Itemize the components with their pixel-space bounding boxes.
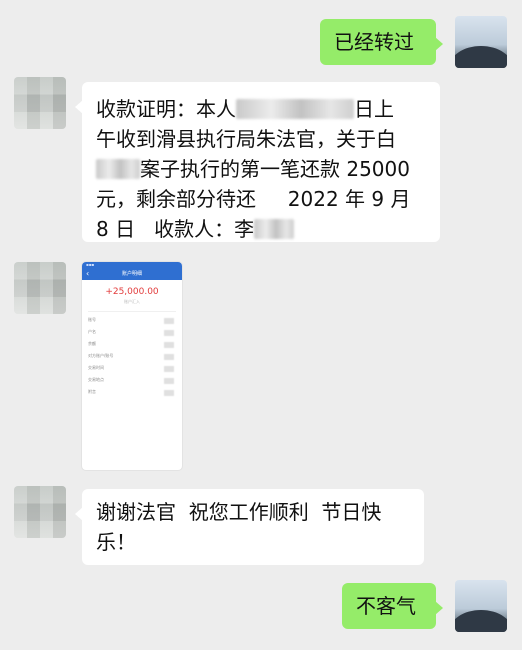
- message-text: 日上: [354, 97, 394, 121]
- contact-avatar[interactable]: [14, 486, 66, 538]
- message-line: 案子执行的第一笔还款 25000: [96, 154, 426, 184]
- message-text: 8 日 收款人：李: [96, 217, 255, 241]
- payment-receipt-image[interactable]: ▪▪▪ ‹ 账户明细 +25,000.00 账户汇入 账号 户名 余额 对方账户…: [82, 262, 182, 470]
- receipt-row: 户名: [82, 326, 182, 338]
- message-line: 午收到滑县执行局朱法官，关于白: [96, 127, 396, 151]
- self-avatar[interactable]: [455, 580, 507, 632]
- received-message-bubble[interactable]: 谢谢法官 祝您工作顺利 节日快 乐！: [75, 489, 424, 565]
- contact-avatar[interactable]: [14, 77, 66, 129]
- message-text: 收款证明：本人: [96, 97, 236, 121]
- receipt-title: 账户明细: [121, 271, 142, 277]
- contact-avatar[interactable]: [14, 262, 66, 314]
- receipt-row: 附言: [82, 386, 182, 398]
- receipt-header: ‹ 账户明细: [82, 268, 182, 280]
- receipt-row: 余额: [82, 338, 182, 350]
- message-text: 不客气: [356, 594, 416, 618]
- back-icon: ‹: [86, 269, 90, 278]
- redacted-name: [236, 99, 354, 119]
- sent-message-bubble[interactable]: 已经转过: [320, 19, 443, 65]
- redacted-name: [254, 219, 295, 239]
- sent-message-bubble[interactable]: 不客气: [342, 583, 443, 629]
- self-avatar[interactable]: [455, 16, 507, 68]
- message-line: 乐！: [96, 530, 136, 554]
- receipt-row: 账号: [82, 314, 182, 326]
- divider: [88, 311, 176, 312]
- message-line: 8 日 收款人：李: [96, 214, 426, 244]
- received-message-bubble[interactable]: 收款证明：本人 日上 午收到滑县执行局朱法官，关于白 案子执行的第一笔还款 250…: [75, 82, 440, 244]
- message-line: 谢谢法官 祝您工作顺利 节日快: [96, 500, 382, 524]
- message-text: 已经转过: [334, 30, 414, 54]
- message-line: 收款证明：本人 日上: [96, 94, 426, 124]
- message-line: 元，剩余部分待还 2022 年 9 月: [96, 187, 411, 211]
- receipt-row: 对方账户/账号: [82, 350, 182, 362]
- receipt-row: 交易时间: [82, 362, 182, 374]
- receipt-subtitle: 账户汇入: [124, 299, 140, 304]
- redacted-name: [96, 159, 140, 179]
- receipt-row: 交易地点: [82, 374, 182, 386]
- receipt-amount: +25,000.00: [105, 287, 159, 297]
- message-text: 案子执行的第一笔还款 25000: [140, 157, 410, 181]
